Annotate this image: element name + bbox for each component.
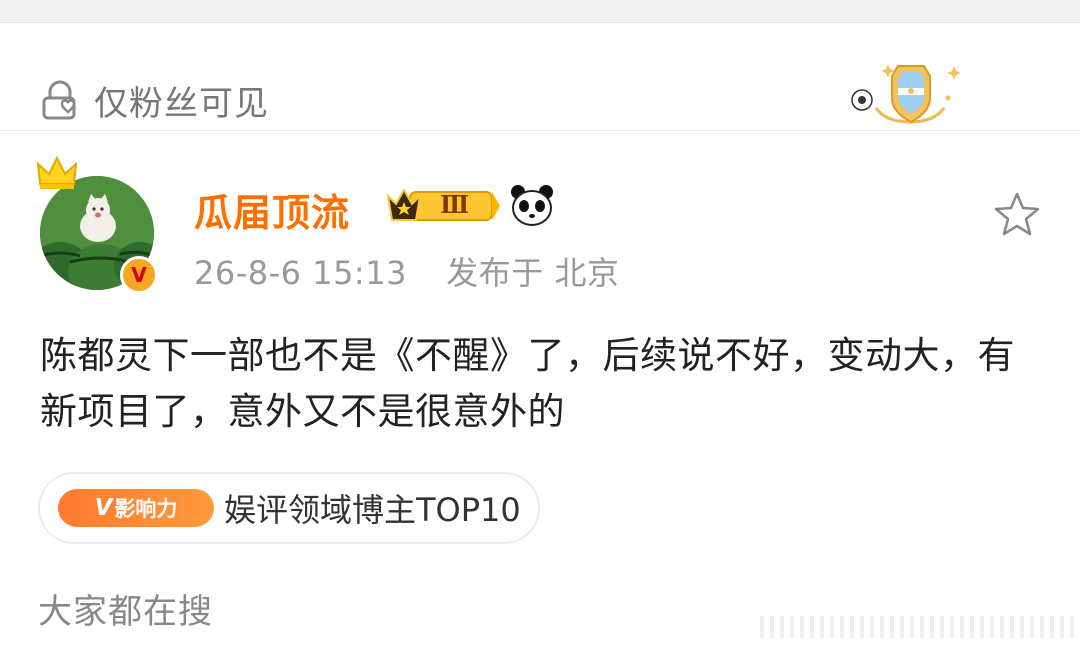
- influence-title: 娱评领域博主TOP10: [224, 491, 521, 529]
- member-level-value: Ⅲ: [440, 190, 470, 219]
- visibility-label: 仅粉丝可见: [94, 84, 269, 124]
- avatar[interactable]: V: [34, 154, 164, 294]
- verified-badge: V: [120, 256, 158, 294]
- panda-icon: [511, 185, 553, 226]
- favorite-star-button[interactable]: [990, 190, 1044, 240]
- post-meta: 26-8-6 15:13 发布于 北京: [194, 248, 619, 294]
- crown-icon: [36, 155, 78, 189]
- influence-badge: V 影响力: [58, 489, 214, 527]
- faded-content-strip: [760, 616, 1080, 638]
- visibility-bar: 仅粉丝可见: [0, 22, 1080, 131]
- lock-heart-icon: [42, 80, 76, 120]
- section-title: 大家都在搜: [38, 592, 213, 632]
- football-argentina-shield-badge-icon: [851, 64, 961, 124]
- influence-tag[interactable]: V 影响力 娱评领域博主TOP10: [38, 472, 540, 544]
- username[interactable]: 瓜届顶流: [194, 182, 350, 237]
- post-source: 发布于 北京: [446, 254, 620, 292]
- verified-mark: V: [131, 263, 147, 287]
- post-content: 陈都灵下一部也不是《不醒》了，后续说不好，变动大，有新项目了，意外又不是很意外的: [40, 334, 1015, 433]
- influence-badge-label: 影响力: [114, 497, 178, 521]
- influence-badge-mark: V: [94, 495, 113, 521]
- member-level-badge[interactable]: Ⅲ: [384, 184, 500, 228]
- post-timestamp: 26-8-6 15:13: [194, 254, 407, 292]
- top-bar: [0, 0, 1080, 23]
